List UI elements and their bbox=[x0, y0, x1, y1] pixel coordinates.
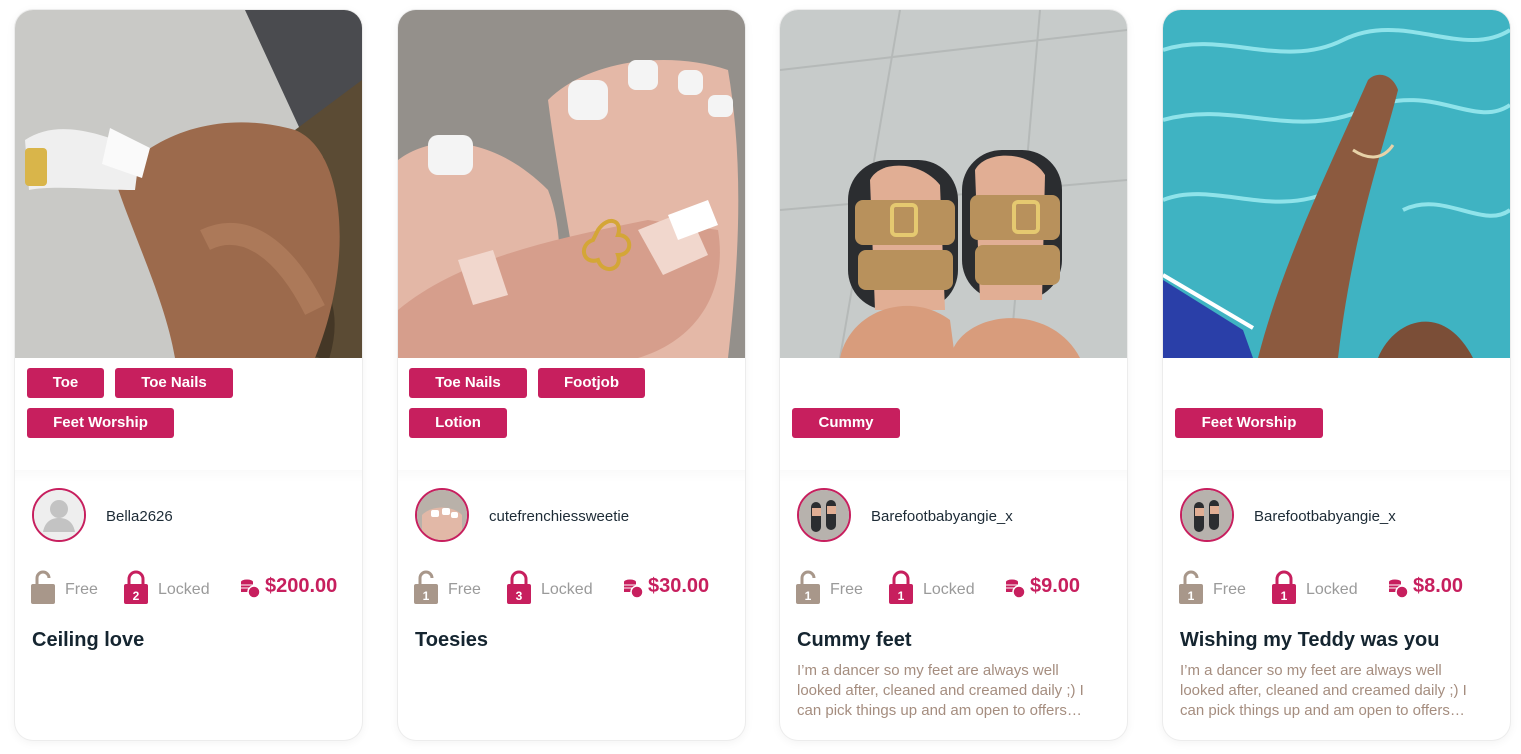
tag[interactable]: Footjob bbox=[538, 368, 645, 398]
locked-count: 1 bbox=[1281, 589, 1288, 603]
seller-row[interactable]: Barefootbabyangie_x bbox=[1180, 488, 1500, 546]
seller-username[interactable]: Bella2626 bbox=[106, 508, 173, 525]
locked-label: Locked bbox=[923, 581, 975, 598]
tag[interactable]: Toe Nails bbox=[409, 368, 527, 398]
default-avatar-icon[interactable] bbox=[32, 488, 86, 542]
listing-card[interactable]: Cummy Barefootbabyangie_x 1 Free 1 Locke… bbox=[780, 10, 1127, 740]
locked-label: Locked bbox=[1306, 581, 1358, 598]
listing-title[interactable]: Toesies bbox=[415, 629, 488, 652]
tag-list: Cummy bbox=[792, 368, 1117, 468]
locked-count: 1 bbox=[898, 589, 905, 603]
seller-username[interactable]: Barefootbabyangie_x bbox=[871, 508, 1013, 525]
coins-icon bbox=[1389, 579, 1408, 598]
divider bbox=[15, 470, 362, 482]
seller-username[interactable]: Barefootbabyangie_x bbox=[1254, 508, 1396, 525]
locked-padlock-icon: 3 bbox=[507, 570, 531, 604]
coins-icon bbox=[241, 579, 260, 598]
listing-price: $8.00 bbox=[1413, 575, 1464, 597]
listing-photo[interactable] bbox=[1163, 10, 1510, 358]
locked-label: Locked bbox=[541, 581, 593, 598]
tag[interactable]: Cummy bbox=[792, 408, 900, 438]
tag-list: Toe Toe Nails Feet Worship bbox=[27, 368, 352, 468]
free-label: Free bbox=[830, 581, 863, 598]
avatar[interactable] bbox=[415, 488, 469, 542]
locked-label: Locked bbox=[158, 581, 210, 598]
listing-card[interactable]: Feet Worship Barefootbabyangie_x 1 Free … bbox=[1163, 10, 1510, 740]
locked-padlock-icon: 1 bbox=[889, 570, 913, 604]
listing-stats: 1 Free 1 Locked $9.00 bbox=[796, 570, 1121, 606]
seller-username[interactable]: cutefrenchiessweetie bbox=[489, 508, 629, 525]
avatar[interactable] bbox=[1180, 488, 1234, 542]
locked-padlock-icon: 2 bbox=[124, 570, 148, 604]
free-label: Free bbox=[448, 581, 481, 598]
divider bbox=[780, 470, 1127, 482]
listing-title[interactable]: Cummy feet bbox=[797, 629, 911, 652]
listing-stats: 1 Free 3 Locked $30.00 bbox=[414, 570, 739, 606]
unlocked-padlock-icon: 1 bbox=[414, 570, 438, 604]
tag[interactable]: Feet Worship bbox=[27, 408, 174, 438]
tag-list: Toe Nails Footjob Lotion bbox=[409, 368, 735, 468]
seller-row[interactable]: Barefootbabyangie_x bbox=[797, 488, 1117, 546]
free-count: 1 bbox=[805, 589, 812, 603]
free-count: 1 bbox=[423, 589, 430, 603]
listing-price: $9.00 bbox=[1030, 575, 1081, 597]
tag[interactable]: Lotion bbox=[409, 408, 507, 438]
free-label: Free bbox=[65, 581, 98, 598]
listing-description: I’m a dancer so my feet are always well … bbox=[797, 662, 1084, 719]
listing-title[interactable]: Ceiling love bbox=[32, 629, 144, 652]
free-label: Free bbox=[1213, 581, 1246, 598]
listing-price: $200.00 bbox=[265, 575, 338, 597]
listing-photo[interactable] bbox=[780, 10, 1127, 358]
locked-padlock-icon: 1 bbox=[1272, 570, 1296, 604]
seller-row[interactable]: cutefrenchiessweetie bbox=[415, 488, 735, 546]
listing-card[interactable]: Toe Toe Nails Feet Worship Bella2626 Fre… bbox=[15, 10, 362, 740]
listing-card[interactable]: Toe Nails Footjob Lotion cutefrenchiessw… bbox=[398, 10, 745, 740]
avatar[interactable] bbox=[797, 488, 851, 542]
locked-count: 2 bbox=[133, 589, 140, 603]
coins-icon bbox=[624, 579, 643, 598]
divider bbox=[398, 470, 745, 482]
coins-icon bbox=[1006, 579, 1025, 598]
divider bbox=[1163, 470, 1510, 482]
unlocked-padlock-icon: 1 bbox=[1179, 570, 1203, 604]
listing-stats: Free 2 Locked $200.00 bbox=[31, 570, 356, 606]
listing-photo[interactable] bbox=[398, 10, 745, 358]
tag[interactable]: Feet Worship bbox=[1175, 408, 1323, 438]
tag[interactable]: Toe bbox=[27, 368, 104, 398]
listing-title[interactable]: Wishing my Teddy was you bbox=[1180, 629, 1440, 652]
locked-count: 3 bbox=[516, 589, 523, 603]
tag[interactable]: Toe Nails bbox=[115, 368, 233, 398]
seller-row[interactable]: Bella2626 bbox=[32, 488, 352, 546]
listing-grid: Toe Toe Nails Feet Worship Bella2626 Fre… bbox=[0, 0, 1521, 754]
listing-description: I’m a dancer so my feet are always well … bbox=[1180, 662, 1467, 719]
listing-photo[interactable] bbox=[15, 10, 362, 358]
listing-stats: 1 Free 1 Locked $8.00 bbox=[1179, 570, 1504, 606]
unlocked-padlock-icon bbox=[31, 570, 55, 604]
free-count: 1 bbox=[1188, 589, 1195, 603]
tag-list: Feet Worship bbox=[1175, 368, 1500, 468]
unlocked-padlock-icon: 1 bbox=[796, 570, 820, 604]
listing-price: $30.00 bbox=[648, 575, 710, 597]
